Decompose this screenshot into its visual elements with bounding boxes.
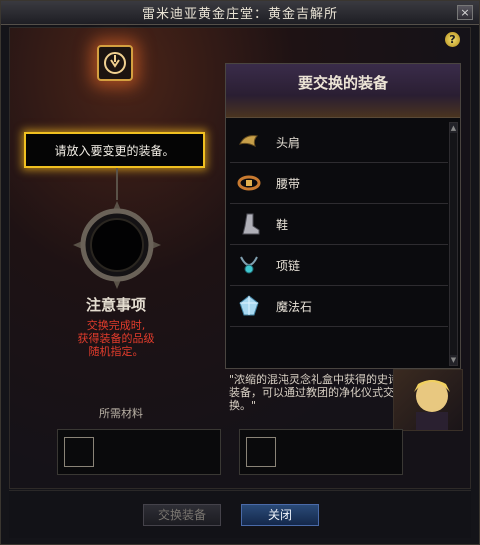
item-label: 项链	[276, 258, 301, 273]
list-item-belt[interactable]: 腰带	[230, 163, 448, 204]
npc-portrait	[393, 369, 463, 431]
window-close-button[interactable]: ×	[457, 5, 473, 20]
item-label: 腰带	[276, 176, 301, 191]
scroll-up-icon[interactable]: ▲	[450, 123, 457, 133]
exchange-window: 雷米迪亚黄金庄堂：黄金吉解所 × ? 请放入要变更的装备。 注意事项 交换完成时…	[0, 0, 480, 545]
exchange-medallion-icon	[97, 45, 133, 81]
window-title: 雷米迪亚黄金庄堂：黄金吉解所	[141, 7, 338, 22]
boots-icon	[236, 211, 262, 237]
panel-header: 要交换的装备	[226, 64, 460, 118]
shoulder-armor-icon	[236, 129, 262, 155]
tooltip-text: 请放入要变更的装备。	[54, 143, 175, 158]
close-button[interactable]: 关闭	[241, 504, 319, 526]
material-box	[239, 429, 403, 475]
npc-quote: "浓缩的混沌灵念礼盒中获得的史诗装备，可以通过教团的净化仪式交换。"	[229, 373, 400, 412]
placement-tooltip: 请放入要变更的装备。	[24, 132, 205, 168]
material-slot[interactable]	[246, 437, 276, 467]
notice-title: 注意事项	[85, 296, 146, 314]
list-item-necklace[interactable]: 项链	[230, 245, 448, 286]
bottom-bar: 交换装备 关闭	[9, 490, 471, 538]
notice-line: 交换完成时,	[86, 319, 146, 332]
necklace-icon	[236, 252, 262, 278]
belt-icon	[236, 170, 262, 196]
magic-stone-icon	[236, 293, 262, 319]
chain-decoration	[116, 168, 118, 200]
list-item-magic-stone[interactable]: 魔法石	[230, 286, 448, 327]
material-box	[57, 429, 221, 475]
notice-line: 获得装备的品级	[77, 332, 155, 345]
equipment-list: 头肩 腰带 鞋 项链 魔法石	[230, 122, 448, 327]
panel-title: 要交换的装备	[297, 74, 388, 92]
material-slot[interactable]	[64, 437, 94, 467]
equipment-drop-slot[interactable]	[71, 199, 163, 291]
help-icon[interactable]: ?	[445, 32, 460, 47]
item-label: 头肩	[276, 135, 301, 150]
list-scrollbar[interactable]: ▲ ▼	[449, 122, 458, 366]
list-item-shoulder[interactable]: 头肩	[230, 122, 448, 163]
equipment-list-panel: 要交换的装备 头肩 腰带 鞋 项链 魔法石 ▲ ▼	[225, 63, 461, 369]
list-item-boots[interactable]: 鞋	[230, 204, 448, 245]
notice-text: 交换完成时, 获得装备的品级 随机指定。	[41, 319, 191, 358]
exchange-button[interactable]: 交换装备	[143, 504, 221, 526]
item-label: 鞋	[276, 217, 289, 232]
materials-label: 所需材料	[99, 407, 143, 420]
item-label: 魔法石	[276, 299, 313, 314]
title-bar[interactable]: 雷米迪亚黄金庄堂：黄金吉解所 ×	[1, 1, 479, 25]
notice-line: 随机指定。	[88, 345, 144, 358]
scroll-down-icon[interactable]: ▼	[450, 355, 457, 365]
